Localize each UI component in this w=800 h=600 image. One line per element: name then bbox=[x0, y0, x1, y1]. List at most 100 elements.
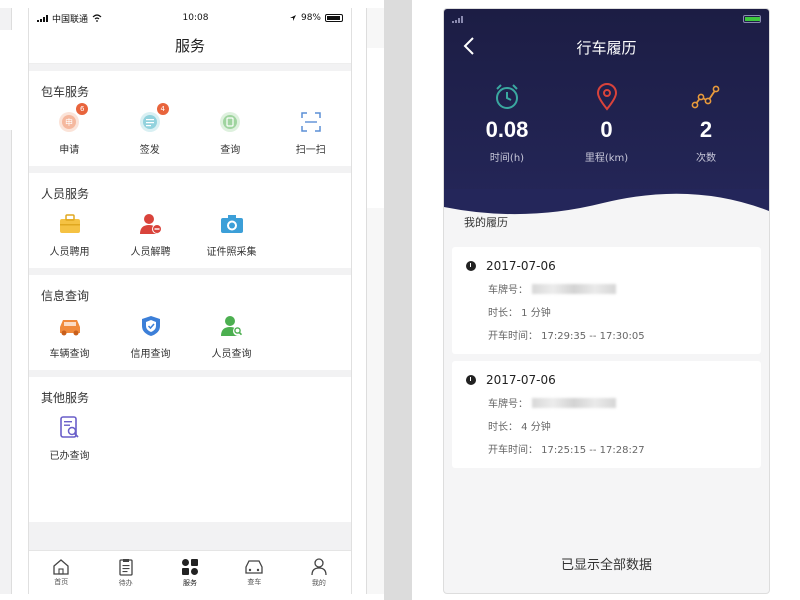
back-button[interactable] bbox=[458, 35, 480, 57]
tab-label: 服务 bbox=[183, 578, 198, 587]
service-dismiss-button[interactable]: 人员解聘 bbox=[110, 211, 191, 258]
clipboard-icon bbox=[118, 558, 133, 576]
tab-todo[interactable]: 待办 bbox=[93, 551, 157, 594]
adjacent-screen-middle bbox=[366, 8, 385, 594]
cell-label: 人员聘用 bbox=[49, 247, 90, 258]
battery-icon bbox=[325, 14, 343, 22]
stat-value: 2 bbox=[699, 117, 713, 142]
tab-label: 首页 bbox=[54, 577, 69, 586]
document-search-icon bbox=[59, 416, 79, 438]
signal-icon bbox=[37, 14, 48, 22]
page-title: 服务 bbox=[29, 28, 351, 64]
record-card[interactable]: 2017-07-06 车牌号： 时长： 1 分钟 开车时间： 17:29:35 … bbox=[452, 247, 761, 354]
tab-home[interactable]: 首页 bbox=[29, 551, 93, 594]
clock-icon bbox=[466, 375, 476, 385]
plate-number-redacted bbox=[532, 283, 616, 294]
section-info-query: 信息查询 车辆查询 信用查询 人员查询 bbox=[29, 275, 351, 370]
plate-label: 车牌号： bbox=[488, 399, 528, 410]
record-duration: 时长： 1 分钟 bbox=[488, 308, 551, 319]
clock-text: 10:08 bbox=[182, 13, 209, 23]
service-person-query-button[interactable]: 人员查询 bbox=[191, 313, 272, 360]
tab-mine[interactable]: 我的 bbox=[287, 551, 351, 594]
car-front-icon bbox=[245, 559, 264, 574]
tab-label: 待办 bbox=[118, 578, 133, 587]
tab-services[interactable]: 服务 bbox=[158, 551, 222, 594]
home-icon bbox=[53, 558, 69, 575]
stat-label: 次数 bbox=[696, 153, 716, 164]
carrier-text: 中国联通 bbox=[52, 14, 89, 25]
cell-label: 申请 bbox=[59, 145, 80, 156]
section-other-service: 其他服务 已办查询 bbox=[29, 377, 351, 522]
battery-percent: 98% bbox=[300, 13, 321, 23]
location-pin-icon bbox=[596, 83, 617, 111]
status-bar bbox=[444, 9, 769, 29]
tab-check-car[interactable]: 查车 bbox=[222, 551, 286, 594]
section-charter-service: 包车服务 申 6 申请 4 签发 查询 扫一扫 bbox=[29, 71, 351, 166]
stats-row: 0.08 时间(h) 0 里程(km) 2 次数 bbox=[444, 65, 769, 164]
apply-icon: 申 bbox=[59, 112, 80, 132]
status-bar: 中国联通 10:08 98% bbox=[29, 8, 351, 28]
wifi-icon bbox=[92, 14, 102, 22]
tab-bar: 首页 待办 服务 查车 我的 bbox=[29, 550, 351, 594]
service-query-button[interactable]: 查询 bbox=[190, 109, 271, 156]
service-hire-button[interactable]: 人员聘用 bbox=[29, 211, 110, 258]
cell-label: 信用查询 bbox=[130, 349, 171, 360]
service-vehicle-query-button[interactable]: 车辆查询 bbox=[29, 313, 110, 360]
record-date: 2017-07-06 bbox=[486, 373, 556, 387]
person-search-icon bbox=[220, 316, 243, 336]
record-card[interactable]: 2017-07-06 车牌号： 时长： 4 分钟 开车时间： 17:25:15 … bbox=[452, 361, 761, 468]
camera-icon bbox=[220, 215, 243, 233]
section-title: 信息查询 bbox=[41, 289, 90, 303]
cell-label: 车辆查询 bbox=[49, 349, 90, 360]
tab-label: 我的 bbox=[311, 578, 326, 587]
cell-label: 扫一扫 bbox=[295, 145, 326, 156]
service-scan-button[interactable]: 扫一扫 bbox=[271, 109, 352, 156]
service-done-query-button[interactable]: 已办查询 bbox=[29, 415, 110, 462]
badge-count: 4 bbox=[156, 103, 169, 115]
plate-number-redacted bbox=[532, 397, 616, 408]
chevron-left-icon bbox=[463, 37, 474, 55]
page-title: 行车履历 bbox=[576, 38, 637, 57]
service-photo-button[interactable]: 证件照采集 bbox=[191, 211, 272, 258]
tab-label: 查车 bbox=[247, 577, 262, 586]
section-title: 包车服务 bbox=[41, 85, 90, 99]
cell-label: 证件照采集 bbox=[206, 247, 257, 258]
cell-label: 查询 bbox=[220, 145, 241, 156]
driving-record-screen: 行车履历 0.08 时间(h) 0 里程(km) 2 次数 我的履历 2017-… bbox=[443, 8, 770, 594]
scan-icon bbox=[301, 112, 321, 132]
record-drive-time: 开车时间： 17:25:15 -- 17:28:27 bbox=[488, 445, 645, 456]
apps-icon bbox=[182, 558, 199, 575]
section-title: 人员服务 bbox=[41, 187, 90, 201]
section-title: 我的履历 bbox=[464, 216, 508, 229]
service-apply-button[interactable]: 申 6 申请 bbox=[29, 103, 110, 156]
route-icon bbox=[691, 85, 720, 109]
person-remove-icon bbox=[139, 214, 162, 234]
briefcase-icon bbox=[59, 214, 80, 233]
end-of-list-note: 已显示全部数据 bbox=[560, 558, 652, 573]
screen-divider bbox=[384, 0, 412, 600]
stat-mileage: 0 里程(km) bbox=[562, 83, 652, 164]
signal-icon bbox=[452, 15, 463, 23]
cell-label: 人员查询 bbox=[211, 349, 252, 360]
cell-label: 签发 bbox=[139, 145, 160, 156]
section-personnel-service: 人员服务 人员聘用 人员解聘 证件照采集 bbox=[29, 173, 351, 268]
record-duration: 时长： 4 分钟 bbox=[488, 422, 551, 433]
plate-label: 车牌号： bbox=[488, 285, 528, 296]
stat-label: 里程(km) bbox=[584, 153, 629, 164]
record-drive-time: 开车时间： 17:29:35 -- 17:30:05 bbox=[488, 331, 645, 342]
alarm-clock-icon bbox=[496, 84, 518, 109]
nav-bar: 行车履历 bbox=[444, 29, 769, 65]
section-title: 其他服务 bbox=[41, 391, 90, 405]
badge-count: 6 bbox=[76, 103, 89, 115]
services-screen: 中国联通 10:08 98% 服务 包车服务 申 6 申请 4 签发 查询 扫一… bbox=[28, 8, 352, 594]
shield-icon bbox=[141, 316, 160, 336]
car-icon bbox=[59, 320, 80, 336]
cell-label: 已办查询 bbox=[49, 451, 90, 462]
service-issue-button[interactable]: 4 签发 bbox=[110, 103, 191, 156]
cell-label: 人员解聘 bbox=[130, 247, 171, 258]
stat-time: 0.08 时间(h) bbox=[462, 83, 552, 164]
clock-icon bbox=[466, 261, 476, 271]
svg-text:申: 申 bbox=[65, 117, 73, 127]
query-icon bbox=[220, 112, 241, 132]
service-credit-query-button[interactable]: 信用查询 bbox=[110, 313, 191, 360]
